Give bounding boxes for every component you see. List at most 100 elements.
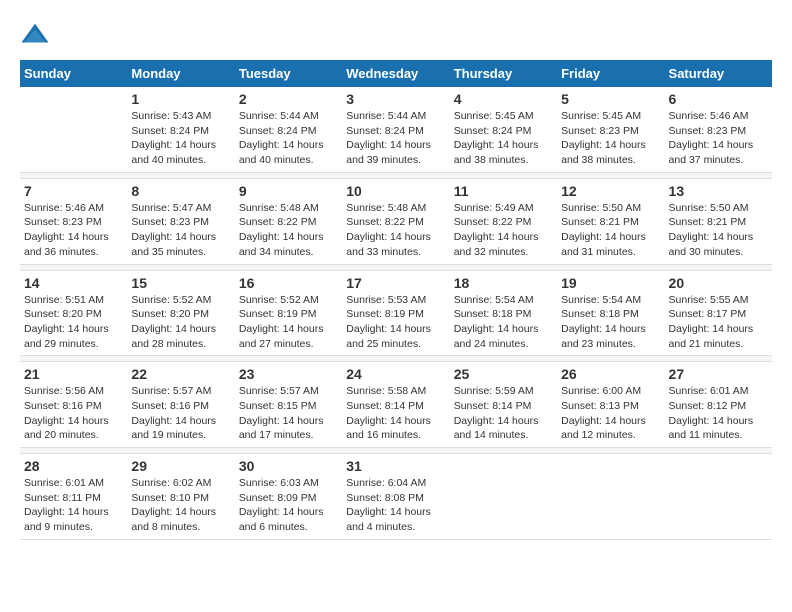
day-number: 8 — [131, 183, 230, 199]
day-info: Sunrise: 5:57 AMSunset: 8:16 PMDaylight:… — [131, 384, 230, 443]
day-info: Sunrise: 5:43 AMSunset: 8:24 PMDaylight:… — [131, 109, 230, 168]
day-cell: 31 Sunrise: 6:04 AMSunset: 8:08 PMDayligh… — [342, 454, 449, 540]
day-cell: 14 Sunrise: 5:51 AMSunset: 8:20 PMDayligh… — [20, 270, 127, 356]
day-cell: 25 Sunrise: 5:59 AMSunset: 8:14 PMDayligh… — [450, 362, 557, 448]
day-cell: 16 Sunrise: 5:52 AMSunset: 8:19 PMDayligh… — [235, 270, 342, 356]
header-thursday: Thursday — [450, 60, 557, 87]
day-number: 18 — [454, 275, 553, 291]
logo — [20, 20, 54, 50]
day-number: 27 — [669, 366, 768, 382]
day-cell — [557, 454, 664, 540]
header-saturday: Saturday — [665, 60, 772, 87]
header-row: SundayMondayTuesdayWednesdayThursdayFrid… — [20, 60, 772, 87]
day-info: Sunrise: 5:50 AMSunset: 8:21 PMDaylight:… — [561, 201, 660, 260]
day-cell: 27 Sunrise: 6:01 AMSunset: 8:12 PMDayligh… — [665, 362, 772, 448]
day-number: 21 — [24, 366, 123, 382]
header-wednesday: Wednesday — [342, 60, 449, 87]
day-cell: 9 Sunrise: 5:48 AMSunset: 8:22 PMDaylight… — [235, 178, 342, 264]
day-cell: 2Sunrise: 5:44 AMSunset: 8:24 PMDaylight… — [235, 87, 342, 172]
day-info: Sunrise: 5:45 AMSunset: 8:23 PMDaylight:… — [561, 109, 660, 168]
day-cell — [665, 454, 772, 540]
day-cell: 13 Sunrise: 5:50 AMSunset: 8:21 PMDayligh… — [665, 178, 772, 264]
day-number: 10 — [346, 183, 445, 199]
day-number: 15 — [131, 275, 230, 291]
day-number: 30 — [239, 458, 338, 474]
page-header — [20, 20, 772, 50]
day-cell — [450, 454, 557, 540]
day-cell: 7 Sunrise: 5:46 AMSunset: 8:23 PMDaylight… — [20, 178, 127, 264]
day-cell: 12 Sunrise: 5:50 AMSunset: 8:21 PMDayligh… — [557, 178, 664, 264]
header-tuesday: Tuesday — [235, 60, 342, 87]
day-info: Sunrise: 5:55 AMSunset: 8:17 PMDaylight:… — [669, 293, 768, 352]
day-info: Sunrise: 5:46 AMSunset: 8:23 PMDaylight:… — [24, 201, 123, 260]
day-info: Sunrise: 5:54 AMSunset: 8:18 PMDaylight:… — [561, 293, 660, 352]
day-info: Sunrise: 6:02 AMSunset: 8:10 PMDaylight:… — [131, 476, 230, 535]
day-number: 20 — [669, 275, 768, 291]
day-info: Sunrise: 5:46 AMSunset: 8:23 PMDaylight:… — [669, 109, 768, 168]
week-row: 1 Sunrise: 5:43 AMSunset: 8:24 PMDaylight… — [20, 87, 772, 172]
day-info: Sunrise: 5:52 AMSunset: 8:20 PMDaylight:… — [131, 293, 230, 352]
day-cell: 20 Sunrise: 5:55 AMSunset: 8:17 PMDayligh… — [665, 270, 772, 356]
header-sunday: Sunday — [20, 60, 127, 87]
day-number: 4 — [454, 91, 553, 107]
day-number: 16 — [239, 275, 338, 291]
day-info: Sunrise: 5:44 AMSunset: 8:24 PMDaylight:… — [239, 109, 338, 168]
day-number: 25 — [454, 366, 553, 382]
day-info: Sunrise: 5:54 AMSunset: 8:18 PMDaylight:… — [454, 293, 553, 352]
logo-icon — [20, 20, 50, 50]
day-cell: 21 Sunrise: 5:56 AMSunset: 8:16 PMDayligh… — [20, 362, 127, 448]
day-info: Sunrise: 6:01 AMSunset: 8:11 PMDaylight:… — [24, 476, 123, 535]
day-info: Sunrise: 5:49 AMSunset: 8:22 PMDaylight:… — [454, 201, 553, 260]
week-row: 7 Sunrise: 5:46 AMSunset: 8:23 PMDaylight… — [20, 178, 772, 264]
calendar-table: SundayMondayTuesdayWednesdayThursdayFrid… — [20, 60, 772, 540]
day-number: 12 — [561, 183, 660, 199]
week-row: 21 Sunrise: 5:56 AMSunset: 8:16 PMDayligh… — [20, 362, 772, 448]
day-number: 26 — [561, 366, 660, 382]
day-number: 6 — [669, 91, 768, 107]
day-cell: 11Sunrise: 5:49 AMSunset: 8:22 PMDayligh… — [450, 178, 557, 264]
day-info: Sunrise: 6:04 AMSunset: 8:08 PMDaylight:… — [346, 476, 445, 535]
day-number: 23 — [239, 366, 338, 382]
day-cell: 8 Sunrise: 5:47 AMSunset: 8:23 PMDaylight… — [127, 178, 234, 264]
day-cell: 28Sunrise: 6:01 AMSunset: 8:11 PMDayligh… — [20, 454, 127, 540]
day-cell: 4Sunrise: 5:45 AMSunset: 8:24 PMDaylight… — [450, 87, 557, 172]
day-cell: 23Sunrise: 5:57 AMSunset: 8:15 PMDayligh… — [235, 362, 342, 448]
day-info: Sunrise: 5:52 AMSunset: 8:19 PMDaylight:… — [239, 293, 338, 352]
day-number: 19 — [561, 275, 660, 291]
day-cell: 1 Sunrise: 5:43 AMSunset: 8:24 PMDaylight… — [127, 87, 234, 172]
day-number: 31 — [346, 458, 445, 474]
day-number: 22 — [131, 366, 230, 382]
day-info: Sunrise: 5:47 AMSunset: 8:23 PMDaylight:… — [131, 201, 230, 260]
day-info: Sunrise: 5:53 AMSunset: 8:19 PMDaylight:… — [346, 293, 445, 352]
day-cell: 19 Sunrise: 5:54 AMSunset: 8:18 PMDayligh… — [557, 270, 664, 356]
day-cell: 29Sunrise: 6:02 AMSunset: 8:10 PMDayligh… — [127, 454, 234, 540]
day-info: Sunrise: 5:51 AMSunset: 8:20 PMDaylight:… — [24, 293, 123, 352]
week-row: 14 Sunrise: 5:51 AMSunset: 8:20 PMDayligh… — [20, 270, 772, 356]
day-cell: 26Sunrise: 6:00 AMSunset: 8:13 PMDayligh… — [557, 362, 664, 448]
day-number: 7 — [24, 183, 123, 199]
day-info: Sunrise: 5:48 AMSunset: 8:22 PMDaylight:… — [346, 201, 445, 260]
day-number: 13 — [669, 183, 768, 199]
day-info: Sunrise: 5:59 AMSunset: 8:14 PMDaylight:… — [454, 384, 553, 443]
day-info: Sunrise: 5:50 AMSunset: 8:21 PMDaylight:… — [669, 201, 768, 260]
day-cell: 17Sunrise: 5:53 AMSunset: 8:19 PMDayligh… — [342, 270, 449, 356]
day-info: Sunrise: 6:01 AMSunset: 8:12 PMDaylight:… — [669, 384, 768, 443]
day-cell: 24Sunrise: 5:58 AMSunset: 8:14 PMDayligh… — [342, 362, 449, 448]
header-friday: Friday — [557, 60, 664, 87]
day-number: 3 — [346, 91, 445, 107]
day-number: 5 — [561, 91, 660, 107]
day-info: Sunrise: 5:48 AMSunset: 8:22 PMDaylight:… — [239, 201, 338, 260]
day-cell: 3 Sunrise: 5:44 AMSunset: 8:24 PMDaylight… — [342, 87, 449, 172]
day-cell: 15 Sunrise: 5:52 AMSunset: 8:20 PMDayligh… — [127, 270, 234, 356]
day-number: 9 — [239, 183, 338, 199]
day-cell: 6 Sunrise: 5:46 AMSunset: 8:23 PMDaylight… — [665, 87, 772, 172]
day-info: Sunrise: 5:56 AMSunset: 8:16 PMDaylight:… — [24, 384, 123, 443]
day-number: 14 — [24, 275, 123, 291]
day-number: 24 — [346, 366, 445, 382]
day-cell: 18 Sunrise: 5:54 AMSunset: 8:18 PMDayligh… — [450, 270, 557, 356]
day-cell: 30 Sunrise: 6:03 AMSunset: 8:09 PMDayligh… — [235, 454, 342, 540]
day-cell — [20, 87, 127, 172]
day-info: Sunrise: 5:44 AMSunset: 8:24 PMDaylight:… — [346, 109, 445, 168]
day-number: 1 — [131, 91, 230, 107]
day-info: Sunrise: 6:03 AMSunset: 8:09 PMDaylight:… — [239, 476, 338, 535]
